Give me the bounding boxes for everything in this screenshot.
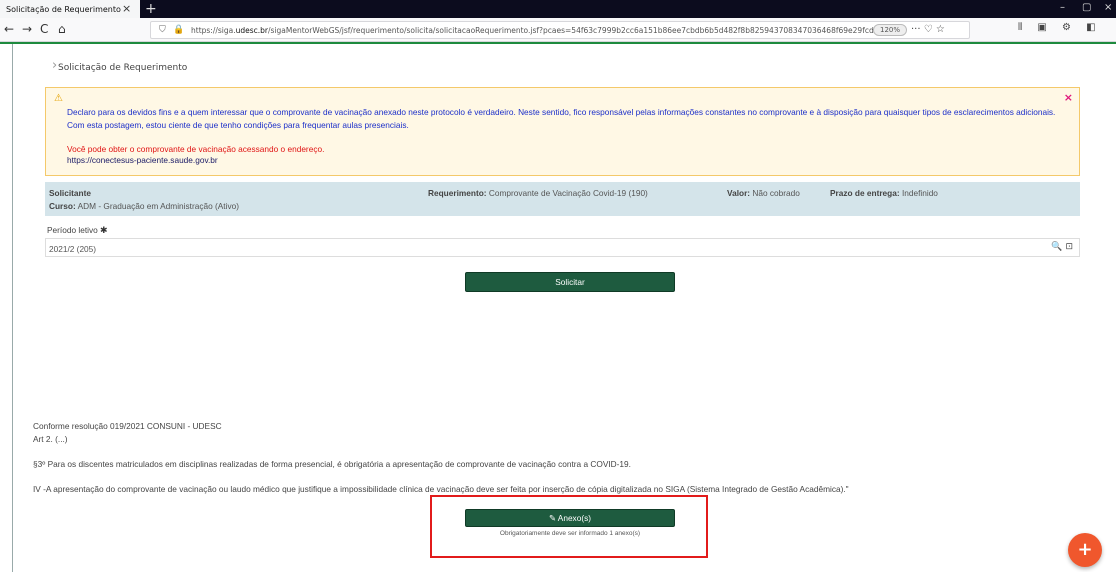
periodo-letivo-value: 2021/2 (205) [49, 244, 97, 254]
browser-tab-bar: Solicitação de Requerimento × + – ▢ × [0, 0, 1116, 18]
resolucao-paragraph: §3º Para os discentes matriculados em di… [33, 459, 631, 469]
breadcrumb: Solicitação de Requerimento [58, 63, 188, 73]
lock-icon: 🔒 [173, 25, 185, 35]
declaration-alert: ⚠ × Declaro para os devidos fins e a que… [45, 87, 1080, 176]
tab-close-icon[interactable]: × [122, 2, 131, 15]
left-divider [12, 44, 13, 572]
maximize-icon[interactable]: ▢ [1082, 2, 1091, 13]
periodo-letivo-text: Período letivo [47, 225, 98, 235]
close-window-icon[interactable]: × [1104, 2, 1112, 13]
minimize-icon[interactable]: – [1060, 2, 1065, 13]
page-actions-icon[interactable]: ··· ♡ ☆ [911, 24, 945, 35]
conectesus-link[interactable]: https://conectesus-paciente.saude.gov.br [67, 155, 218, 165]
search-dropdown-icon[interactable]: 🔍 ⊡ [1051, 242, 1073, 252]
new-tab-button[interactable]: + [145, 0, 157, 18]
url-bar[interactable]: ⛉ 🔒 https://siga.udesc.br/sigaMentorWebG… [150, 21, 970, 39]
zoom-indicator[interactable]: 120% [873, 24, 908, 36]
alert-close-icon[interactable]: × [1064, 91, 1073, 104]
request-info-panel: Solicitante Curso: ADM - Graduação em Ad… [45, 182, 1080, 216]
required-asterisk-icon: ✱ [100, 225, 108, 235]
solicitante-text: Solicitante [49, 188, 91, 198]
alert-red-text: Você pode obter o comprovante de vacinaç… [67, 144, 325, 154]
url-prefix: https://siga. [191, 26, 236, 35]
shield-icon: ⛉ [159, 25, 166, 35]
anexo-button[interactable]: ✎ Anexo(s) [465, 509, 675, 527]
forward-icon[interactable]: → [22, 21, 32, 37]
accent-divider [0, 42, 1116, 44]
periodo-letivo-label: Período letivo ✱ [47, 225, 108, 236]
browser-nav-bar: ← → C ⌂ ⛉ 🔒 https://siga.udesc.br/sigaMe… [0, 18, 1116, 42]
resolucao-title: Conforme resolução 019/2021 CONSUNI - UD… [33, 421, 222, 431]
valor-label: Valor: [727, 188, 751, 198]
anexo-hint: Obrigatoriamente deve ser informado 1 an… [499, 530, 641, 537]
requerimento-label: Requerimento: [428, 188, 487, 198]
resolucao-item-iv: IV -A apresentação do comprovante de vac… [33, 484, 849, 494]
prazo-value: Indefinido [901, 188, 938, 198]
prazo-info: Prazo de entrega: Indefinido [830, 188, 938, 198]
back-icon[interactable]: ← [4, 21, 14, 37]
browser-tab[interactable]: Solicitação de Requerimento × [0, 0, 140, 18]
solicitante-label: Solicitante [49, 188, 91, 198]
curso-label: Curso: [49, 201, 76, 211]
url-path: /sigaMentorWebGS/jsf/requerimento/solici… [268, 26, 881, 35]
requerimento-info: Requerimento: Comprovante de Vacinação C… [428, 188, 648, 198]
valor-info: Valor: Não cobrado [727, 188, 800, 198]
solicitar-button[interactable]: Solicitar [465, 272, 675, 292]
requerimento-value: Comprovante de Vacinação Covid-19 (190) [488, 188, 648, 198]
chevron-right-icon: › [52, 58, 58, 73]
url-text: https://siga.udesc.br/sigaMentorWebGS/js… [191, 26, 881, 35]
valor-value: Não cobrado [752, 188, 800, 198]
alert-text: Declaro para os devidos fins e a quem in… [67, 107, 1056, 130]
resolucao-article: Art 2. (...) [33, 434, 68, 444]
tab-title: Solicitação de Requerimento [6, 5, 121, 14]
periodo-letivo-select[interactable]: 2021/2 (205) 🔍 ⊡ [45, 238, 1080, 257]
home-icon[interactable]: ⌂ [58, 21, 66, 37]
reload-icon[interactable]: C [40, 21, 48, 37]
add-fab-button[interactable]: + [1068, 533, 1102, 567]
prazo-label: Prazo de entrega: [830, 188, 900, 198]
curso-info: Curso: ADM - Graduação em Administração … [49, 201, 239, 211]
warning-icon: ⚠ [54, 93, 63, 104]
url-domain: udesc.br [235, 26, 269, 35]
curso-value: ADM - Graduação em Administração (Ativo) [77, 201, 239, 211]
toolbar-icons[interactable]: ⫴ ▣ ⚙ ◧ [1018, 22, 1102, 33]
